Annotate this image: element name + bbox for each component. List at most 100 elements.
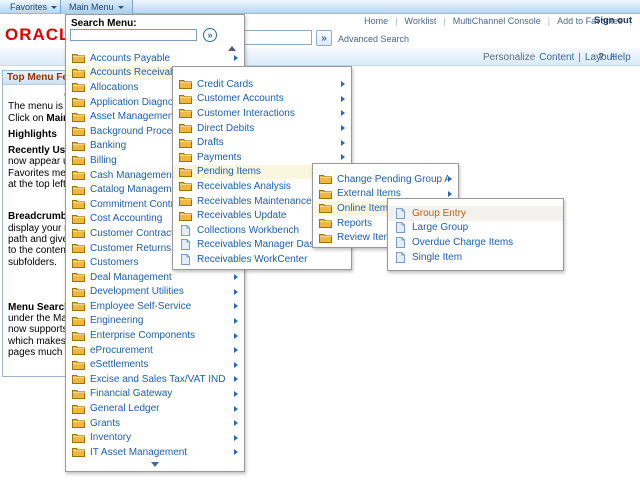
folder-icon [178, 196, 192, 206]
folder-icon [178, 138, 192, 148]
favorites-tab[interactable]: Favorites [2, 0, 65, 14]
menu-item-label: Excise and Sales Tax/VAT IND [90, 374, 234, 385]
menu-search-go-button[interactable]: » [203, 28, 217, 42]
folder-icon [178, 79, 192, 89]
menu-item[interactable]: Single Item [388, 250, 563, 265]
submenu-arrow-icon [234, 303, 238, 309]
folder-icon [71, 199, 85, 209]
page-icon [393, 237, 407, 248]
folder-icon [178, 181, 192, 191]
folder-icon [178, 167, 192, 177]
menu-item[interactable]: Direct Debits [173, 121, 351, 136]
menu-item[interactable]: Development Utilities [66, 285, 244, 300]
advanced-search-link[interactable]: Advanced Search [338, 34, 409, 44]
submenu-arrow-icon [234, 391, 238, 397]
menu-item-label: Group Entry [412, 208, 557, 219]
menu-item[interactable]: Financial Gateway [66, 387, 244, 402]
double-chevron-icon: » [321, 33, 327, 44]
menu-item[interactable]: Receivables WorkCenter [173, 252, 351, 267]
menu-item[interactable]: Excise and Sales Tax/VAT IND [66, 372, 244, 387]
menu-item-label: Drafts [197, 137, 341, 148]
header-link[interactable]: Home [364, 16, 388, 26]
menu-search-input[interactable] [70, 29, 197, 41]
menu-item-label: Overdue Charge Items [412, 237, 557, 248]
link-separator: | [395, 16, 397, 26]
menu-item[interactable]: Change Pending Group Action [313, 172, 458, 187]
submenu-arrow-icon [234, 55, 238, 61]
submenu-arrow-icon [341, 154, 345, 160]
folder-icon [178, 123, 192, 133]
menu-item[interactable]: Inventory [66, 430, 244, 445]
submenu-arrow-icon [341, 110, 345, 116]
folder-icon [71, 126, 85, 136]
menu-item[interactable]: Overdue Charge Items [388, 235, 563, 250]
folder-icon [71, 433, 85, 443]
folder-icon [71, 287, 85, 297]
online-items-submenu: Group Entry Large Group Overdue Charge I… [387, 198, 564, 271]
menu-item[interactable]: eProcurement [66, 343, 244, 358]
main-menu-tab[interactable]: Main Menu [60, 0, 133, 14]
menu-item-label: Receivables WorkCenter [197, 254, 345, 265]
main-menu-tab-label: Main Menu [69, 2, 114, 12]
submenu-arrow-icon [234, 274, 238, 280]
menu-item[interactable]: Enterprise Components [66, 328, 244, 343]
folder-icon [318, 218, 332, 228]
scroll-down-icon[interactable] [151, 462, 159, 467]
page-icon [178, 239, 192, 250]
sign-out-link[interactable]: Sign out [594, 15, 632, 26]
menu-item[interactable]: Accounts Payable [66, 51, 244, 66]
submenu-arrow-icon [234, 347, 238, 353]
menu-item-label: Engineering [90, 315, 234, 326]
menu-item[interactable]: Credit Cards [173, 77, 351, 92]
menu-item-label: eProcurement [90, 345, 234, 356]
menu-item[interactable]: Grants [66, 416, 244, 431]
folder-icon [318, 233, 332, 243]
menu-item[interactable]: Group Entry [388, 206, 563, 221]
folder-icon [318, 189, 332, 199]
menu-item-label: Employee Self-Service [90, 301, 234, 312]
menu-item-label: General Ledger [90, 403, 234, 414]
folder-icon [71, 331, 85, 341]
submenu-arrow-icon [234, 289, 238, 295]
submenu-arrow-icon [341, 125, 345, 131]
folder-icon [71, 112, 85, 122]
menu-item[interactable]: eSettlements [66, 357, 244, 372]
menu-item[interactable]: Employee Self-Service [66, 299, 244, 314]
favorites-tab-label: Favorites [10, 2, 47, 12]
header-link[interactable]: Worklist [405, 16, 437, 26]
folder-icon [71, 374, 85, 384]
menu-item[interactable]: Customer Accounts [173, 92, 351, 107]
menu-item[interactable]: Large Group [388, 221, 563, 236]
link-separator: | [443, 16, 445, 26]
menu-item[interactable]: Deal Management [66, 270, 244, 285]
folder-icon [71, 53, 85, 63]
menu-item[interactable]: Engineering [66, 314, 244, 329]
menu-item-label: Change Pending Group Action [337, 174, 448, 185]
page-icon [178, 225, 192, 236]
personalize-content-link[interactable]: Content [539, 52, 574, 63]
top-menu-bar: Favorites Main Menu [0, 0, 640, 14]
header-link[interactable]: MultiChannel Console [453, 16, 541, 26]
folder-icon [71, 97, 85, 107]
menu-item-label: Inventory [90, 432, 234, 443]
folder-icon [71, 418, 85, 428]
folder-icon [71, 345, 85, 355]
folder-icon [71, 155, 85, 165]
submenu-arrow-icon [448, 176, 452, 182]
menu-item[interactable]: General Ledger [66, 401, 244, 416]
folder-icon [71, 360, 85, 370]
folder-icon [71, 447, 85, 457]
folder-icon [178, 94, 192, 104]
submenu-arrow-icon [234, 406, 238, 412]
folder-icon [71, 82, 85, 92]
folder-icon [71, 228, 85, 238]
menu-item[interactable]: IT Asset Management [66, 445, 244, 460]
link-separator: | [548, 16, 550, 26]
folder-icon [71, 316, 85, 326]
menu-item[interactable]: Drafts [173, 135, 351, 150]
global-search-go-button[interactable]: » [316, 30, 332, 46]
folder-icon [71, 404, 85, 414]
menu-item[interactable]: Customer Interactions [173, 106, 351, 121]
help-link[interactable]: Help [610, 52, 631, 63]
chevron-down-icon [118, 6, 124, 9]
